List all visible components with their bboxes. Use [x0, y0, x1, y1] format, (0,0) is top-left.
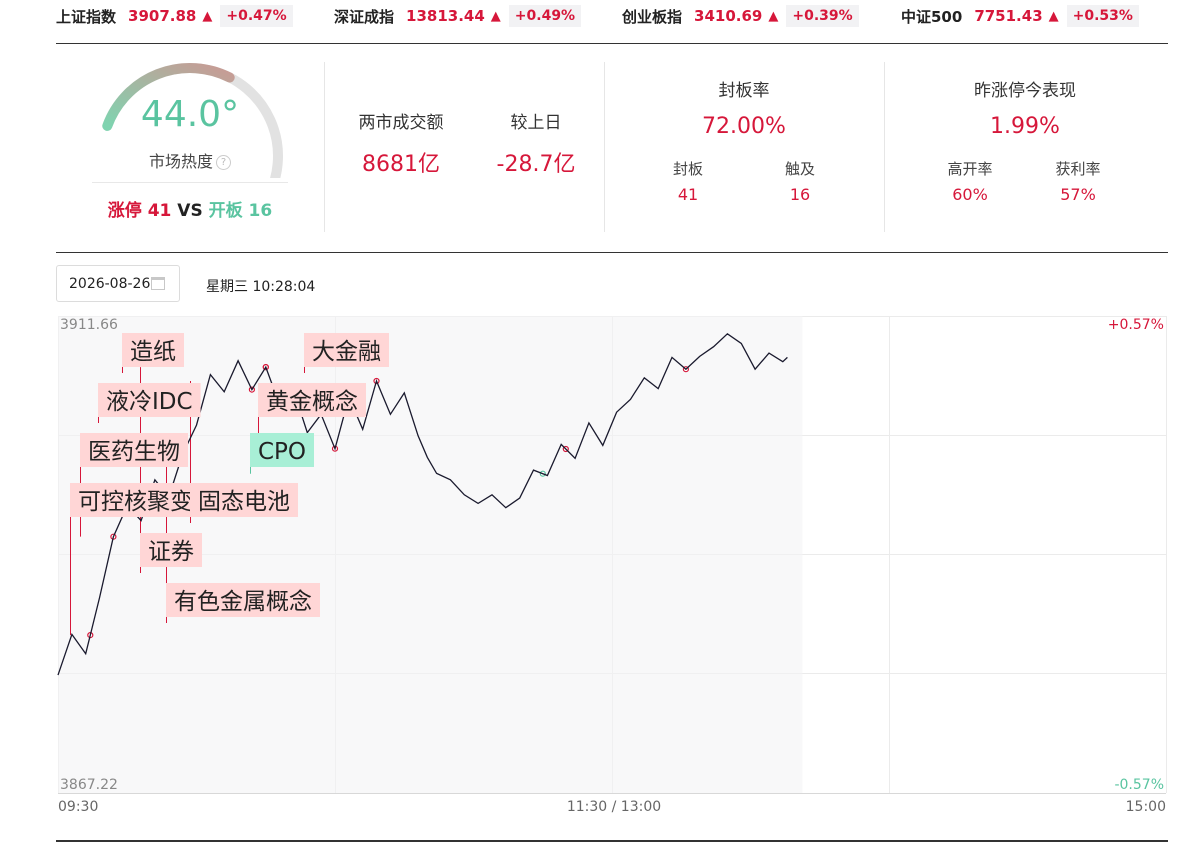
heat-label-text: 市场热度: [148, 152, 213, 171]
index-item-chinext[interactable]: 创业板指 3410.69 ▲ +0.39%: [622, 3, 859, 29]
seal-rate-label: 封板率: [718, 81, 770, 101]
limit-up-count: 41: [147, 201, 172, 221]
sealed-label: 封板: [672, 160, 703, 178]
arrow-up-icon: ▲: [202, 8, 213, 24]
index-item-csi500[interactable]: 中证500 7751.43 ▲ +0.53%: [901, 3, 1139, 29]
profit-label: 获利率: [1055, 160, 1101, 178]
calendar-icon[interactable]: [151, 277, 165, 290]
arrow-up-icon: ▲: [1048, 8, 1059, 24]
market-heat-gauge: 44.0° 市场热度? 涨停 41 VS 开板 16: [92, 58, 288, 228]
high-open-value: 60%: [952, 185, 988, 204]
touched-value: 16: [789, 185, 811, 204]
annotation-text: 大金融: [312, 339, 381, 365]
divider: [324, 62, 325, 232]
x-tick-label: 15:00: [1126, 799, 1166, 815]
index-name: 中证500: [901, 7, 963, 26]
y-min-label: 3867.22: [60, 777, 118, 793]
annotation-label[interactable]: 医药生物: [80, 433, 188, 467]
annotation-label[interactable]: 造纸: [122, 333, 184, 367]
weekday-time: 星期三 10:28:04: [206, 279, 316, 295]
annotation-text: 液冷IDC: [106, 389, 193, 415]
annotation-label[interactable]: 有色金属概念: [166, 583, 320, 617]
turnover-label: 两市成交额: [358, 113, 444, 133]
date-value: 2026-08-26: [69, 275, 151, 292]
compare-value: -28.7亿: [496, 152, 576, 177]
annotation-label[interactable]: CPO: [250, 433, 314, 467]
seal-rate-value: 72.00%: [702, 114, 786, 139]
yesterday-limit-up-value: 1.99%: [990, 114, 1060, 139]
index-name: 上证指数: [56, 7, 117, 26]
annotation-label[interactable]: 可控核聚变: [70, 483, 201, 517]
date-picker[interactable]: 2026-08-26: [56, 265, 180, 302]
annotation-label[interactable]: 大金融: [304, 333, 389, 367]
heat-value: 44.0°: [140, 94, 240, 135]
annotation-text: 固态电池: [198, 489, 290, 515]
pct-min-label: -0.57%: [1114, 777, 1164, 793]
profit-value: 57%: [1060, 185, 1096, 204]
help-icon[interactable]: ?: [216, 155, 231, 170]
annotation-label[interactable]: 黄金概念: [258, 383, 366, 417]
arrow-up-icon: ▲: [490, 8, 501, 24]
divider: [884, 62, 885, 232]
divider: [604, 62, 605, 232]
open-label: 开板: [208, 201, 243, 221]
turnover-value: 8681亿: [362, 152, 440, 177]
index-change: +0.47%: [220, 5, 293, 27]
touched-label: 触及: [784, 160, 815, 178]
high-open-label: 高开率: [947, 160, 993, 178]
index-bar: 上证指数 3907.88 ▲ +0.47% 深证成指 13813.44 ▲ +0…: [56, 0, 1168, 44]
index-value: 3410.69: [694, 7, 763, 25]
annotation-text: 证券: [148, 539, 194, 565]
index-value: 3907.88: [128, 7, 197, 25]
limit-vs-open: 涨停 41 VS 开板 16: [92, 196, 288, 221]
annotation-text: 黄金概念: [266, 389, 358, 415]
index-value: 13813.44: [406, 7, 485, 25]
annotation-label[interactable]: 证券: [140, 533, 202, 567]
y-max-label: 3911.66: [60, 317, 118, 333]
compare-label: 较上日: [510, 113, 562, 133]
index-name: 深证成指: [334, 7, 395, 26]
annotation-text: 造纸: [130, 339, 176, 365]
yesterday-limit-up-label: 昨涨停今表现: [974, 81, 1076, 101]
index-change: +0.49%: [508, 5, 582, 27]
limit-up-label: 涨停: [107, 201, 142, 221]
vs-label: VS: [177, 201, 203, 221]
divider: [92, 182, 288, 183]
x-tick-label: 09:30: [58, 799, 98, 815]
bottom-divider: [56, 840, 1168, 842]
annotation-text: 有色金属概念: [174, 589, 312, 615]
index-name: 创业板指: [622, 7, 683, 26]
open-count: 16: [248, 201, 273, 221]
heat-label: 市场热度?: [92, 148, 288, 172]
market-stats: 44.0° 市场热度? 涨停 41 VS 开板 16 两市成交额 8681亿 较…: [56, 44, 1168, 253]
sealed-value: 41: [677, 185, 699, 204]
index-change: +0.53%: [1066, 5, 1139, 27]
index-change: +0.39%: [786, 5, 859, 27]
arrow-up-icon: ▲: [768, 8, 779, 24]
index-item-shenzhen[interactable]: 深证成指 13813.44 ▲ +0.49%: [334, 3, 582, 29]
annotation-text: 可控核聚变: [78, 489, 193, 515]
market-overview: 上证指数 3907.88 ▲ +0.47% 深证成指 13813.44 ▲ +0…: [56, 0, 1168, 850]
annotation-label[interactable]: 固态电池: [190, 483, 298, 517]
index-value: 7751.43: [974, 7, 1043, 25]
annotation-text: CPO: [258, 439, 306, 465]
x-tick-label: 11:30 / 13:00: [567, 799, 661, 815]
intraday-chart[interactable]: 造纸液冷IDC 医药生物可控核聚变 固态电池证券有色金属概念 大金融黄金概念 CPO 3…: [56, 316, 1168, 822]
pct-max-label: +0.57%: [1108, 317, 1164, 333]
annotation-text: 医药生物: [88, 439, 180, 465]
index-item-shanghai[interactable]: 上证指数 3907.88 ▲ +0.47%: [56, 3, 293, 29]
annotation-label[interactable]: 液冷IDC: [98, 383, 201, 417]
